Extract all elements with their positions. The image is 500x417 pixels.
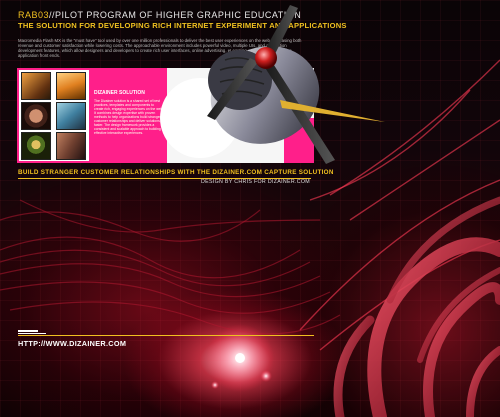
propeller-icon: [160, 5, 385, 164]
site-url-link[interactable]: HTTP://WWW.DIZAINER.COM: [18, 339, 126, 348]
tagline: BUILD STRANGER CUSTOMER RELATIONSHIPS WI…: [18, 169, 334, 176]
url-decor-bar: [18, 330, 38, 332]
design-credit: DESIGN BY CHRIS FOR DIZAINER.COM: [201, 179, 310, 185]
url-decor-bar: [18, 333, 46, 334]
url-divider: [18, 335, 314, 336]
poster: RAB03//PILOT PROGRAM OF HIGHER GRAPHIC E…: [0, 0, 500, 417]
